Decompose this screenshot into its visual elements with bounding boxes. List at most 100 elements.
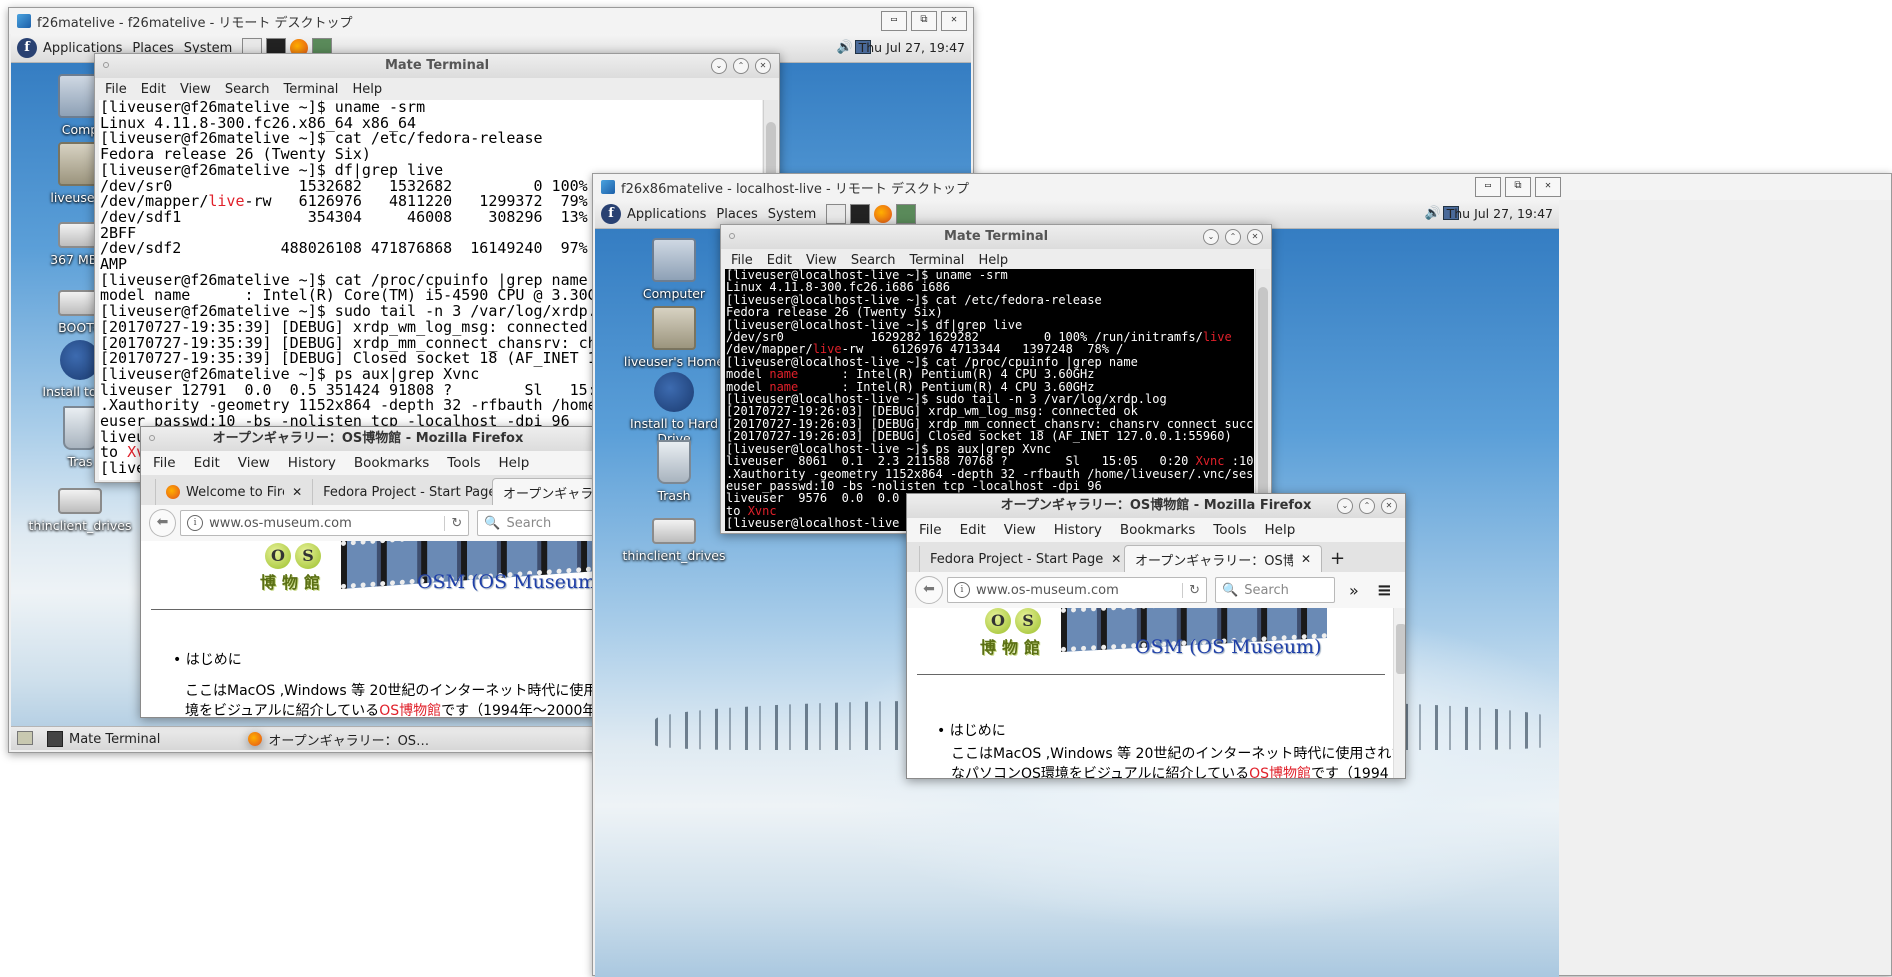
- menu-history[interactable]: History: [288, 455, 336, 471]
- desktop-icon-thinclient[interactable]: thinclient_drives: [25, 476, 135, 533]
- menu-search[interactable]: Search: [851, 253, 896, 268]
- os-museum-link[interactable]: OS博物館: [379, 703, 441, 717]
- firefox-window-2[interactable]: オープンギャラリー：OS博物館 - Mozilla Firefox ⌄ ⌃ ✕ …: [906, 493, 1406, 779]
- taskbar-item-firefox[interactable]: オープンギャラリー：OS…: [242, 730, 429, 749]
- desktop-icon-home[interactable]: liveuser's Home: [619, 306, 729, 369]
- tab-close-icon[interactable]: ✕: [1301, 552, 1311, 566]
- back-button[interactable]: ⬅: [915, 576, 943, 604]
- search-input[interactable]: 🔍 Search: [1215, 577, 1335, 603]
- text-editor-launcher-icon[interactable]: [826, 204, 847, 224]
- menu-view[interactable]: View: [180, 82, 211, 97]
- page-scrollbar[interactable]: [1393, 608, 1405, 778]
- scrollbar-thumb[interactable]: [1396, 624, 1405, 674]
- osm-logo[interactable]: O S 博物館: [973, 608, 1053, 658]
- reload-icon[interactable]: ↻: [444, 515, 468, 531]
- maximize-button[interactable]: ⌃: [733, 58, 749, 74]
- close-button[interactable]: ✕: [755, 58, 771, 74]
- overflow-chevron-icon[interactable]: »: [1349, 581, 1359, 600]
- tab-fedora[interactable]: Fedora Project - Start Page ✕: [919, 546, 1124, 572]
- osm-logo[interactable]: O S 博物館: [253, 543, 333, 593]
- firefox-titlebar[interactable]: オープンギャラリー：OS博物館 - Mozilla Firefox: [141, 427, 595, 451]
- show-desktop-icon[interactable]: [17, 731, 33, 745]
- menu-view[interactable]: View: [238, 455, 270, 471]
- menu-file[interactable]: File: [919, 522, 942, 538]
- desktop-icon-thinclient[interactable]: thinclient_drives: [619, 506, 729, 563]
- menu-help[interactable]: Help: [1265, 522, 1296, 538]
- terminal-titlebar[interactable]: Mate Terminal: [95, 54, 779, 78]
- menu-tools[interactable]: Tools: [447, 455, 480, 471]
- menu-tools[interactable]: Tools: [1213, 522, 1246, 538]
- back-button[interactable]: ⬅: [149, 509, 177, 537]
- minimize-button[interactable]: ▭: [881, 11, 907, 31]
- minimize-button[interactable]: ⌄: [1203, 229, 1219, 245]
- menu-terminal[interactable]: Terminal: [909, 253, 964, 268]
- menu-help[interactable]: Help: [978, 253, 1008, 268]
- panel-clock[interactable]: Thu Jul 27, 19:47: [1447, 206, 1553, 221]
- menu-file[interactable]: File: [153, 455, 176, 471]
- site-info-icon[interactable]: i: [954, 582, 970, 598]
- site-info-icon[interactable]: i: [187, 515, 204, 531]
- scrollbar-thumb[interactable]: [1258, 287, 1268, 523]
- close-button[interactable]: ✕: [1247, 229, 1263, 245]
- new-tab-button[interactable]: +: [1330, 548, 1345, 569]
- tab-os-museum[interactable]: オープンギャラリ: [491, 478, 595, 505]
- desktop-icon-computer[interactable]: Computer: [619, 238, 729, 301]
- url-bar[interactable]: i www.os-museum.com ↻: [947, 577, 1207, 603]
- menu-edit[interactable]: Edit: [767, 253, 792, 268]
- menu-file[interactable]: File: [105, 82, 127, 97]
- tab-welcome[interactable]: Welcome to Firefox — M ✕: [155, 479, 312, 505]
- maximize-button[interactable]: ⧉: [1505, 177, 1531, 197]
- menu-terminal[interactable]: Terminal: [283, 82, 338, 97]
- os-museum-link[interactable]: OS博物館: [1249, 766, 1311, 778]
- network-tool-launcher-icon[interactable]: [896, 204, 917, 224]
- menu-view[interactable]: View: [806, 253, 837, 268]
- menu-edit[interactable]: Edit: [194, 455, 220, 471]
- menu-places[interactable]: Places: [716, 207, 757, 222]
- window-menu-icon[interactable]: [729, 233, 735, 239]
- maximize-button[interactable]: ⧉: [911, 11, 937, 31]
- panel-clock[interactable]: Thu Jul 27, 19:47: [859, 40, 965, 55]
- minimize-button[interactable]: ⌄: [1337, 498, 1353, 514]
- menu-edit[interactable]: Edit: [960, 522, 986, 538]
- reload-icon[interactable]: ↻: [1182, 582, 1206, 598]
- close-button[interactable]: ✕: [941, 11, 967, 31]
- menu-history[interactable]: History: [1054, 522, 1102, 538]
- taskbar-item-terminal[interactable]: Mate Terminal: [41, 731, 160, 747]
- menu-help[interactable]: Help: [352, 82, 382, 97]
- firefox-launcher-icon[interactable]: [874, 205, 893, 223]
- firefox-window-1[interactable]: オープンギャラリー：OS博物館 - Mozilla Firefox File E…: [140, 426, 596, 718]
- menu-file[interactable]: File: [731, 253, 753, 268]
- close-button[interactable]: ✕: [1535, 177, 1561, 197]
- desktop-icon-install[interactable]: Install to Hard Drive: [619, 372, 729, 446]
- maximize-button[interactable]: ⌃: [1225, 229, 1241, 245]
- terminal-titlebar[interactable]: Mate Terminal: [721, 225, 1271, 249]
- tab-close-icon[interactable]: ✕: [1111, 552, 1121, 566]
- tab-close-icon[interactable]: ✕: [292, 485, 302, 499]
- minimize-button[interactable]: ⌄: [711, 58, 727, 74]
- hamburger-menu-icon[interactable]: ≡: [1377, 580, 1392, 601]
- rd-titlebar[interactable]: f26matelive - f26matelive - リモート デスクトップ …: [9, 8, 973, 34]
- desktop-icon-trash[interactable]: Trash: [619, 440, 729, 503]
- window-menu-icon[interactable]: [103, 62, 109, 68]
- volume-icon[interactable]: 🔊: [1425, 206, 1441, 221]
- rd-titlebar[interactable]: f26x86matelive - localhost-live - リモート デ…: [593, 174, 1891, 200]
- terminal-output[interactable]: [liveuser@localhost-live ~]$ uname -srm L…: [725, 269, 1254, 531]
- close-button[interactable]: ✕: [1381, 498, 1397, 514]
- menu-edit[interactable]: Edit: [141, 82, 166, 97]
- menu-view[interactable]: View: [1004, 522, 1036, 538]
- tab-os-museum[interactable]: オープンギャラリー：OS博物 ✕: [1124, 545, 1322, 572]
- maximize-button[interactable]: ⌃: [1359, 498, 1375, 514]
- menu-search[interactable]: Search: [225, 82, 270, 97]
- fedora-logo-icon[interactable]: f: [17, 38, 37, 58]
- menu-bookmarks[interactable]: Bookmarks: [1120, 522, 1195, 538]
- window-menu-icon[interactable]: [149, 435, 155, 441]
- search-input[interactable]: 🔍 Search: [477, 510, 595, 536]
- menu-help[interactable]: Help: [499, 455, 530, 471]
- terminal-window-2[interactable]: Mate Terminal ⌄ ⌃ ✕ File Edit View Searc…: [720, 224, 1272, 534]
- terminal-launcher-icon[interactable]: [850, 204, 871, 224]
- url-bar[interactable]: i www.os-museum.com ↻: [180, 510, 470, 536]
- menu-applications[interactable]: Applications: [627, 207, 706, 222]
- tab-fedora[interactable]: Fedora Project - Start Page ✕: [312, 479, 492, 505]
- fedora-logo-icon[interactable]: f: [601, 204, 621, 224]
- minimize-button[interactable]: ▭: [1475, 177, 1501, 197]
